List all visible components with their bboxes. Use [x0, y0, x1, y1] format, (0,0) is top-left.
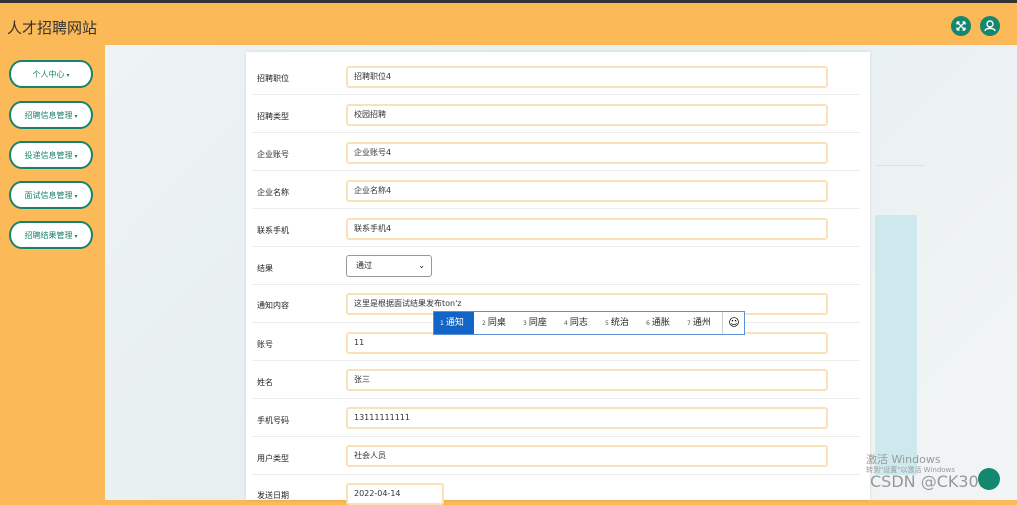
sidebar-item-interview-info[interactable]: 面试信息管理 ▾	[9, 181, 93, 209]
field-label: 联系手机	[257, 226, 289, 235]
form-row-position: 招聘职位 招聘职位4	[252, 56, 860, 95]
chevron-down-icon: ▾	[66, 72, 70, 79]
user-icon[interactable]	[980, 16, 1000, 36]
chevron-down-icon: ⌄	[418, 261, 425, 270]
field-label: 企业账号	[257, 150, 289, 159]
form-row-mobile: 手机号码 13111111111	[252, 398, 860, 437]
field-label: 招聘职位	[257, 74, 289, 83]
sidebar: 个人中心 ▾ 招聘信息管理 ▾ 投递信息管理 ▾ 面试信息管理 ▾ 招聘结果管理 ▾	[0, 45, 105, 500]
sidebar-item-label: 面试信息管理	[24, 191, 73, 200]
fullscreen-icon[interactable]	[951, 16, 971, 36]
chevron-down-icon: ▾	[74, 153, 78, 160]
form-row-company-account: 企业账号 企业账号4	[252, 132, 860, 171]
form-row-contact-phone: 联系手机 联系手机4	[252, 208, 860, 247]
chevron-down-icon: ▾	[74, 193, 78, 200]
name-field[interactable]: 张三	[346, 369, 828, 391]
field-label: 用户类型	[257, 454, 289, 463]
background-decoration	[875, 215, 917, 475]
send-date-field[interactable]: 2022-04-14	[346, 483, 444, 505]
field-label: 结果	[257, 264, 273, 273]
header-bar: 人才招聘网站	[0, 3, 1017, 45]
sidebar-item-personal-center[interactable]: 个人中心 ▾	[9, 60, 93, 88]
company-account-field[interactable]: 企业账号4	[346, 142, 828, 164]
ime-candidate[interactable]: 1 通知	[434, 312, 474, 334]
sidebar-item-label: 投递信息管理	[24, 151, 73, 160]
sidebar-item-application-info[interactable]: 投递信息管理 ▾	[9, 141, 93, 169]
form-row-company-name: 企业名称 企业名称4	[252, 170, 860, 209]
field-label: 通知内容	[257, 301, 289, 310]
sidebar-item-label: 招聘结果管理	[24, 231, 73, 240]
chat-icon[interactable]	[978, 468, 1000, 490]
sidebar-item-recruitment-info[interactable]: 招聘信息管理 ▾	[9, 101, 93, 129]
mobile-field[interactable]: 13111111111	[346, 407, 828, 429]
ime-candidate[interactable]: 4 同志	[564, 312, 588, 334]
field-label: 招聘类型	[257, 112, 289, 121]
select-value: 通过	[356, 261, 372, 270]
ime-candidate[interactable]: 7 通州	[687, 312, 711, 334]
field-label: 姓名	[257, 378, 273, 387]
sidebar-item-label: 招聘信息管理	[24, 111, 73, 120]
chevron-down-icon: ▾	[74, 113, 78, 120]
ime-candidate[interactable]: 3 同座	[523, 312, 547, 334]
ime-candidate[interactable]: 2 同桌	[482, 312, 506, 334]
contact-phone-field[interactable]: 联系手机4	[346, 218, 828, 240]
account-field[interactable]: 11	[346, 332, 828, 354]
ime-candidate[interactable]: 5 统治	[605, 312, 629, 334]
chevron-down-icon: ▾	[74, 233, 78, 240]
position-field[interactable]: 招聘职位4	[346, 66, 828, 88]
sidebar-item-recruitment-result[interactable]: 招聘结果管理 ▾	[9, 221, 93, 249]
result-select[interactable]: 通过 ⌄	[346, 255, 432, 277]
form-row-result: 结果 通过 ⌄	[252, 246, 860, 285]
emoji-icon[interactable]: ☺	[722, 312, 745, 334]
company-name-field[interactable]: 企业名称4	[346, 180, 828, 202]
background-decoration	[875, 165, 925, 196]
ime-candidate-bar: 1 通知 2 同桌 3 同座 4 同志 5 统治 6 通胀 7 通州 ☺	[433, 311, 745, 335]
form-row-user-type: 用户类型 社会人员	[252, 436, 860, 475]
user-type-field[interactable]: 社会人员	[346, 445, 828, 467]
form-row-name: 姓名 张三	[252, 360, 860, 399]
sidebar-item-label: 个人中心	[32, 70, 65, 79]
form-row-type: 招聘类型 校园招聘	[252, 94, 860, 133]
field-label: 手机号码	[257, 416, 289, 425]
ime-candidate[interactable]: 6 通胀	[646, 312, 670, 334]
type-field[interactable]: 校园招聘	[346, 104, 828, 126]
field-label: 账号	[257, 340, 273, 349]
field-label: 企业名称	[257, 188, 289, 197]
result-detail-form: 招聘职位 招聘职位4 招聘类型 校园招聘 企业账号 企业账号4 企业名称 企业名…	[246, 52, 870, 505]
site-title: 人才招聘网站	[7, 19, 98, 37]
field-label: 发送日期	[257, 491, 289, 500]
